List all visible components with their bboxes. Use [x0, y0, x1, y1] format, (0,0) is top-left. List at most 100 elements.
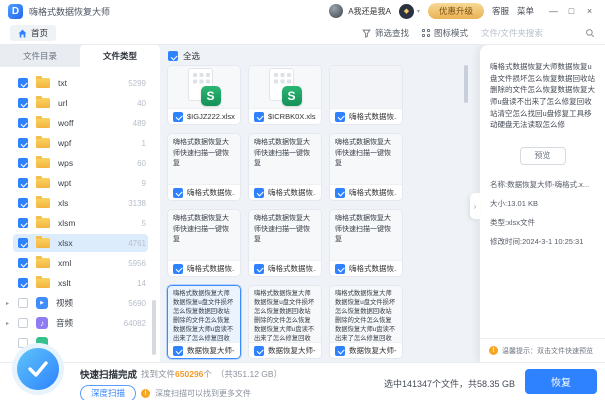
upgrade-button[interactable]: 优惠升级 — [428, 3, 484, 19]
item-checkbox[interactable] — [18, 278, 28, 288]
item-checkbox[interactable] — [18, 118, 28, 128]
file-preview: S 嗨格式数据恢复大师快速扫描一键恢复 — [168, 134, 240, 184]
titlebar: D 嗨格式数据恢复大师 A我还是我A ◆ ▾ 优惠升级 客服 菜单 — □ × — [0, 0, 605, 22]
menu-link[interactable]: 菜单 — [517, 5, 534, 17]
item-count: 4761 — [128, 239, 146, 248]
item-count: 5299 — [128, 79, 146, 88]
sidebar-item[interactable]: ▸ xlsm 5 — [0, 213, 160, 233]
file-card[interactable]: S 嗨格式数据恢复大师快速扫描一键恢复 嗨格式数据恢... — [248, 209, 322, 277]
item-checkbox[interactable] — [18, 138, 28, 148]
grid-scrollbar[interactable] — [464, 65, 468, 103]
file-checkbox[interactable] — [254, 112, 264, 122]
item-checkbox[interactable] — [18, 298, 28, 308]
sidebar-item[interactable]: ▸ xls 3138 — [0, 193, 160, 213]
detail-fields: 名称:数据恢复大师-嗨格式.x... 大小:13.01 KB 类型:xlsx文件… — [490, 179, 595, 247]
file-checkbox[interactable] — [335, 112, 345, 122]
file-checkbox[interactable] — [254, 188, 264, 198]
sidebar-item[interactable]: ▸ xlsx 4761 — [0, 233, 160, 253]
file-card[interactable]: S 嗨格式数据恢复大师快速扫描一键恢复 嗨格式数据恢... — [167, 209, 241, 277]
detail-field: 名称:数据恢复大师-嗨格式.x... — [490, 179, 595, 190]
select-all[interactable]: 全选 — [168, 50, 200, 62]
sidebar-scrollbar[interactable] — [152, 300, 156, 355]
close-icon[interactable]: × — [582, 4, 597, 19]
file-card[interactable]: S 嗨格式数据恢复大师数据恢复u盘文件损坏怎么恢复数据回收站删除的文件怎么恢复数… — [248, 285, 322, 359]
file-card[interactable]: S 嗨格式数据恢复大师快速扫描一键恢复 嗨格式数据恢... — [329, 209, 403, 277]
file-name: 嗨格式数据恢... — [349, 263, 397, 274]
maximize-icon[interactable]: □ — [564, 4, 579, 19]
sidebar-item[interactable]: ▸ wps 60 — [0, 153, 160, 173]
sidebar-item[interactable]: ▸ xslt 14 — [0, 273, 160, 293]
item-checkbox[interactable] — [18, 98, 28, 108]
file-name-row: 数据恢复大师-... — [330, 342, 402, 358]
preview-button[interactable]: 预览 — [520, 147, 566, 165]
sidebar-item[interactable]: ▸ wpt 9 — [0, 173, 160, 193]
item-checkbox[interactable] — [18, 78, 28, 88]
item-checkbox[interactable] — [18, 318, 28, 328]
file-card[interactable]: S $ICRBK0X.xlsx — [248, 65, 322, 125]
file-type-icon — [36, 98, 50, 108]
file-name-row: 嗨格式数据恢... — [168, 260, 240, 276]
item-label: xslt — [58, 278, 71, 288]
file-preview: S 嗨格式数据恢复大师快速扫描一键恢复 — [330, 210, 402, 260]
home-button[interactable]: 首页 — [10, 25, 56, 41]
item-checkbox[interactable] — [18, 258, 28, 268]
selection-summary: 选中141347个文件，共58.35 GB — [384, 377, 515, 390]
search-icon[interactable] — [585, 28, 595, 38]
file-preview: S 嗨格式数据恢复大师快速扫描一键恢复 — [249, 134, 321, 184]
file-checkbox[interactable] — [173, 264, 183, 274]
file-card[interactable]: S 嗨格式数据恢复大师快速扫描一键恢复 嗨格式数据恢... — [167, 133, 241, 201]
file-checkbox[interactable] — [254, 264, 264, 274]
user-name[interactable]: A我还是我A — [348, 6, 391, 17]
sidebar-item[interactable]: ▸ txt 5299 — [0, 73, 160, 93]
collapse-panel-button[interactable]: › — [470, 193, 480, 219]
sidebar-item[interactable]: ▸ xml 5956 — [0, 253, 160, 273]
file-name: 数据恢复大师-... — [268, 345, 316, 356]
item-checkbox[interactable] — [18, 218, 28, 228]
vip-badge-icon[interactable]: ◆ — [399, 4, 414, 19]
file-card[interactable]: S 嗨格式数据恢复大师数据恢复u盘文件损坏怎么恢复数据回收站删除的文件怎么恢复数… — [167, 285, 241, 359]
sidebar-item[interactable]: ▸ url 40 — [0, 93, 160, 113]
minimize-icon[interactable]: — — [546, 4, 561, 19]
file-checkbox[interactable] — [173, 112, 183, 122]
filter-button[interactable]: 筛选查找 — [362, 27, 409, 39]
sidebar-item[interactable]: ▸ ♪ 音频 64082 — [0, 313, 160, 333]
expand-arrow-icon[interactable]: ▸ — [6, 320, 14, 327]
detail-tip: ! 温馨提示：双击文件快速预览 — [480, 338, 605, 362]
item-checkbox[interactable] — [18, 178, 28, 188]
search-input[interactable] — [481, 28, 581, 38]
recover-button[interactable]: 恢复 — [525, 369, 597, 394]
sidebar-tab[interactable]: 文件目录 — [0, 45, 80, 67]
chevron-down-icon[interactable]: ▾ — [417, 8, 420, 15]
funnel-icon — [362, 29, 371, 38]
item-label: woff — [58, 118, 73, 128]
file-checkbox[interactable] — [335, 188, 345, 198]
file-card[interactable]: S 嗨格式数据恢复大师数据恢复u盘文件损坏怎么恢复数据回收站删除的文件怎么恢复数… — [329, 285, 403, 359]
file-name-row: 嗨格式数据恢... — [330, 184, 402, 200]
file-checkbox[interactable] — [173, 188, 183, 198]
sidebar-item[interactable]: ▸ wpf 1 — [0, 133, 160, 153]
file-type-icon: ▶ — [36, 297, 48, 309]
user-avatar[interactable] — [329, 4, 343, 18]
home-label: 首页 — [31, 27, 48, 39]
sidebar-item[interactable]: ▸ ▶ 视频 5690 — [0, 293, 160, 313]
file-checkbox[interactable] — [254, 346, 264, 356]
sidebar-tab[interactable]: 文件类型 — [80, 45, 160, 67]
item-checkbox[interactable] — [18, 238, 28, 248]
file-checkbox[interactable] — [335, 264, 345, 274]
expand-arrow-icon[interactable]: ▸ — [6, 300, 14, 307]
file-card[interactable]: S 嗨格式数据恢... — [329, 65, 403, 125]
item-checkbox[interactable] — [18, 158, 28, 168]
file-checkbox[interactable] — [335, 346, 345, 356]
file-card[interactable]: S 嗨格式数据恢复大师快速扫描一键恢复 嗨格式数据恢... — [248, 133, 322, 201]
item-checkbox[interactable] — [18, 198, 28, 208]
file-card[interactable]: S $IGJZ222.xlsx — [167, 65, 241, 125]
support-link[interactable]: 客服 — [492, 5, 509, 17]
preview-text: 嗨格式数据恢复大师快速扫描一键恢复 — [335, 138, 397, 170]
scan-complete-icon — [12, 343, 64, 395]
select-all-checkbox[interactable] — [168, 51, 178, 61]
deep-scan-button[interactable]: 深度扫描 — [80, 385, 136, 400]
file-checkbox[interactable] — [173, 346, 183, 356]
sidebar-item[interactable]: ▸ woff 489 — [0, 113, 160, 133]
icon-mode-button[interactable]: 图标模式 — [422, 27, 468, 39]
file-card[interactable]: S 嗨格式数据恢复大师快速扫描一键恢复 嗨格式数据恢... — [329, 133, 403, 201]
